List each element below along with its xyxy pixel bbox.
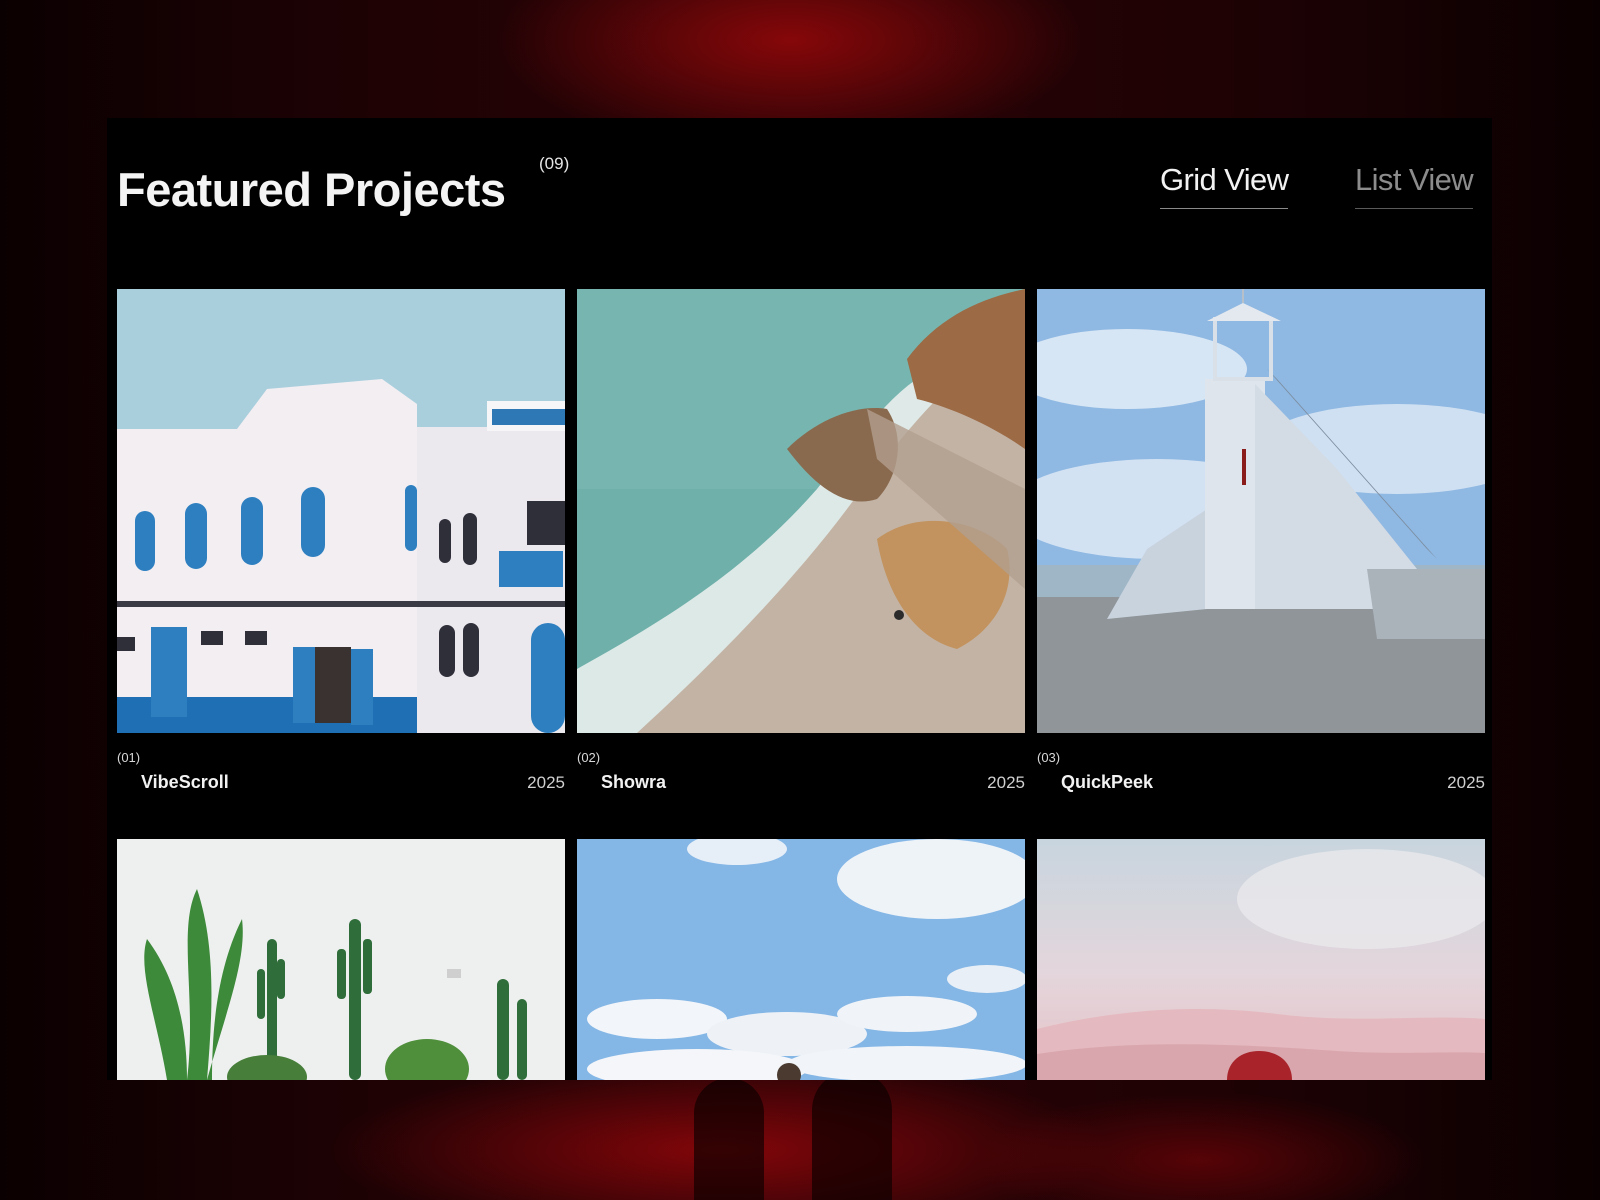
project-count: (09) (539, 154, 570, 173)
cacti-white-wall-image (117, 839, 565, 1080)
grid-view-toggle[interactable]: Grid View (1160, 162, 1289, 209)
featured-projects-panel: Featured Projects (09) Grid View List Vi… (107, 118, 1492, 1080)
backdrop-figure-right (812, 1070, 892, 1200)
pink-sky-hills-image (1037, 839, 1485, 1080)
project-year: 2025 (1447, 773, 1485, 792)
project-thumbnail[interactable] (577, 839, 1025, 1080)
project-name[interactable]: QuickPeek (1061, 772, 1153, 793)
white-lighthouse-image (1037, 289, 1485, 733)
project-card-4[interactable] (117, 839, 565, 1080)
project-number: (02) (577, 750, 601, 765)
project-card-quickpeek[interactable]: (03) QuickPeek 2025 (1037, 289, 1485, 799)
project-thumbnail[interactable] (1037, 289, 1485, 733)
project-thumbnail[interactable] (117, 289, 565, 733)
project-card-showra[interactable]: (02) Showra 2025 (577, 289, 1025, 799)
project-card-6[interactable] (1037, 839, 1485, 1080)
aerial-beach-image (577, 289, 1025, 733)
project-card-5[interactable] (577, 839, 1025, 1080)
white-blue-building-image (117, 289, 565, 733)
project-number: (03) (1037, 750, 1061, 765)
project-thumbnail[interactable] (577, 289, 1025, 733)
project-thumbnail[interactable] (117, 839, 565, 1080)
project-number: (01) (117, 750, 141, 765)
project-name[interactable]: VibeScroll (141, 772, 229, 793)
project-year: 2025 (527, 773, 565, 792)
backdrop-figure-left (694, 1078, 764, 1200)
page-title: Featured Projects (117, 163, 506, 216)
project-year: 2025 (987, 773, 1025, 792)
project-thumbnail[interactable] (1037, 839, 1485, 1080)
blue-sky-clouds-image (577, 839, 1025, 1080)
project-name[interactable]: Showra (601, 772, 666, 793)
list-view-toggle[interactable]: List View (1355, 162, 1474, 209)
project-card-vibescroll[interactable]: (01) VibeScroll 2025 (117, 289, 565, 799)
